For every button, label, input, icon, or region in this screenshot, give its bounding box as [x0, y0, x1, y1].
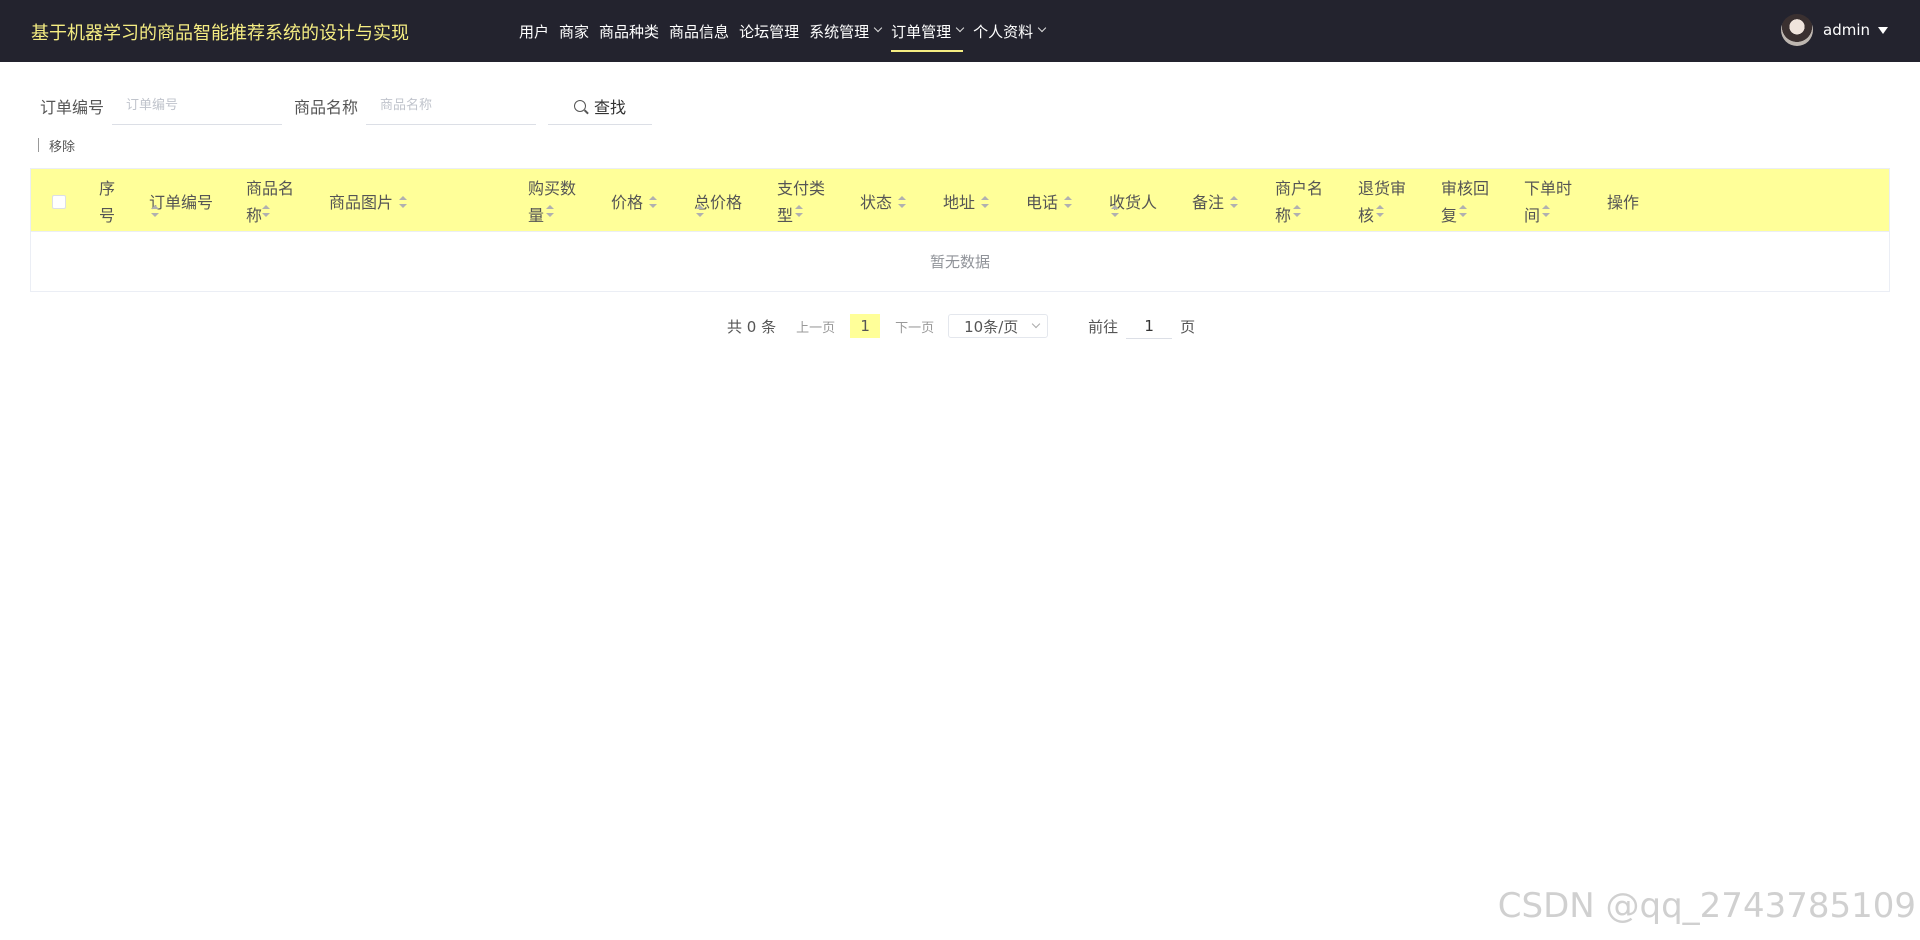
- remove-button[interactable]: 移除: [49, 136, 75, 155]
- column-header[interactable]: 收货人: [1097, 169, 1180, 231]
- sort-icon[interactable]: [1230, 196, 1239, 208]
- chevron-down-icon: [1037, 23, 1047, 33]
- sort-icon[interactable]: [696, 205, 704, 217]
- column-header[interactable]: 商品图片: [317, 169, 516, 231]
- search-bar: 订单编号 商品名称 查找: [40, 86, 653, 126]
- sort-icon[interactable]: [795, 205, 803, 217]
- nav-item-merchants[interactable]: 商家: [554, 0, 594, 62]
- nav-item-label: 商品种类: [599, 22, 660, 41]
- nav-item-orders[interactable]: 订单管理: [886, 0, 968, 62]
- username: admin: [1823, 21, 1870, 39]
- column-header: 操作: [1607, 192, 1640, 212]
- product-name-input[interactable]: [366, 87, 537, 125]
- search-button-label: 查找: [594, 97, 627, 117]
- sort-icon[interactable]: [981, 196, 990, 208]
- sort-icon[interactable]: [1111, 205, 1119, 217]
- sort-icon[interactable]: [399, 196, 408, 208]
- nav-item-label: 订单管理: [891, 22, 952, 41]
- nav-item-users[interactable]: 用户: [514, 0, 554, 62]
- column-header[interactable]: 购买数量: [516, 169, 599, 231]
- orders-table: 序号 订单编号 商品名称 商品图片 购买数量 价格 总价格 支付类型 状态 地址…: [30, 168, 1890, 292]
- pagination-total: 共 0 条: [727, 317, 777, 336]
- sort-icon[interactable]: [546, 205, 554, 217]
- page-size-select[interactable]: 10条/页: [948, 314, 1049, 338]
- app-title: 基于机器学习的商品智能推荐系统的设计与实现: [31, 23, 409, 44]
- column-header[interactable]: 商户名称: [1263, 169, 1346, 231]
- nav-item-system[interactable]: 系统管理: [804, 0, 886, 62]
- column-header: 序号: [99, 179, 116, 225]
- column-header[interactable]: 退货审核: [1346, 169, 1429, 231]
- sort-icon[interactable]: [649, 196, 658, 208]
- action-bar: 移除: [38, 136, 75, 155]
- nav-item-label: 商家: [559, 22, 590, 41]
- goto-label: 前往: [1088, 317, 1119, 336]
- nav-item-product-info[interactable]: 商品信息: [664, 0, 734, 62]
- nav-menu: 用户 商家 商品种类 商品信息 论坛管理 系统管理 订单管理 个人资料: [514, 0, 1050, 62]
- column-header[interactable]: 审核回复: [1429, 169, 1512, 231]
- nav-item-label: 论坛管理: [739, 22, 800, 41]
- nav-item-product-categories[interactable]: 商品种类: [594, 0, 664, 62]
- chevron-down-icon: [955, 23, 965, 33]
- watermark: CSDN @qq_2743785109: [1497, 886, 1916, 926]
- search-button[interactable]: 查找: [548, 87, 653, 125]
- caret-down-icon: [1878, 26, 1888, 34]
- sort-icon[interactable]: [151, 205, 159, 217]
- chevron-down-icon: [1031, 319, 1041, 329]
- page-size-value: 10条/页: [964, 317, 1019, 336]
- user-menu[interactable]: admin: [1781, 14, 1888, 46]
- select-all-checkbox[interactable]: [52, 195, 66, 209]
- column-header[interactable]: 备注: [1180, 169, 1263, 231]
- column-header[interactable]: 订单编号: [137, 169, 234, 231]
- select-all-cell: [31, 169, 87, 231]
- pagination: 共 0 条 上一页 1 下一页 10条/页 前往 页: [727, 312, 1195, 340]
- column-header[interactable]: 总价格: [682, 169, 765, 231]
- sort-icon[interactable]: [1542, 205, 1550, 217]
- next-page-button[interactable]: 下一页: [895, 317, 934, 336]
- prev-page-button[interactable]: 上一页: [796, 317, 835, 336]
- search-icon: [574, 99, 587, 112]
- nav-item-label: 商品信息: [669, 22, 730, 41]
- table-header: 序号 订单编号 商品名称 商品图片 购买数量 价格 总价格 支付类型 状态 地址…: [31, 169, 1889, 231]
- table-empty-state: 暂无数据: [31, 231, 1889, 291]
- order-no-input[interactable]: [112, 87, 283, 125]
- page-number-button[interactable]: 1: [850, 314, 881, 338]
- column-header[interactable]: 价格: [599, 169, 682, 231]
- column-header[interactable]: 支付类型: [765, 169, 848, 231]
- column-header[interactable]: 下单时间: [1512, 169, 1595, 231]
- sort-icon[interactable]: [898, 196, 907, 208]
- top-navbar: 基于机器学习的商品智能推荐系统的设计与实现 用户 商家 商品种类 商品信息 论坛…: [0, 0, 1920, 62]
- divider: [38, 138, 39, 152]
- nav-item-label: 个人资料: [973, 22, 1034, 41]
- product-name-label: 商品名称: [294, 98, 359, 117]
- sort-icon[interactable]: [1293, 205, 1301, 217]
- sort-icon[interactable]: [1064, 196, 1073, 208]
- sort-icon[interactable]: [1376, 205, 1384, 217]
- chevron-down-icon: [873, 23, 883, 33]
- column-header[interactable]: 商品名称: [234, 169, 317, 231]
- column-header[interactable]: 地址: [931, 169, 1014, 231]
- page-jump: 前往 页: [1088, 313, 1195, 339]
- sort-icon[interactable]: [1459, 205, 1467, 217]
- nav-item-profile[interactable]: 个人资料: [968, 0, 1050, 62]
- column-header[interactable]: 状态: [848, 169, 931, 231]
- nav-item-label: 系统管理: [809, 22, 870, 41]
- nav-item-label: 用户: [519, 22, 550, 41]
- avatar: [1781, 14, 1813, 46]
- page-jump-input[interactable]: [1126, 313, 1173, 339]
- column-header[interactable]: 电话: [1014, 169, 1097, 231]
- nav-item-forum[interactable]: 论坛管理: [734, 0, 804, 62]
- sort-icon[interactable]: [262, 205, 270, 217]
- order-no-label: 订单编号: [40, 98, 105, 117]
- page-unit-label: 页: [1180, 317, 1196, 336]
